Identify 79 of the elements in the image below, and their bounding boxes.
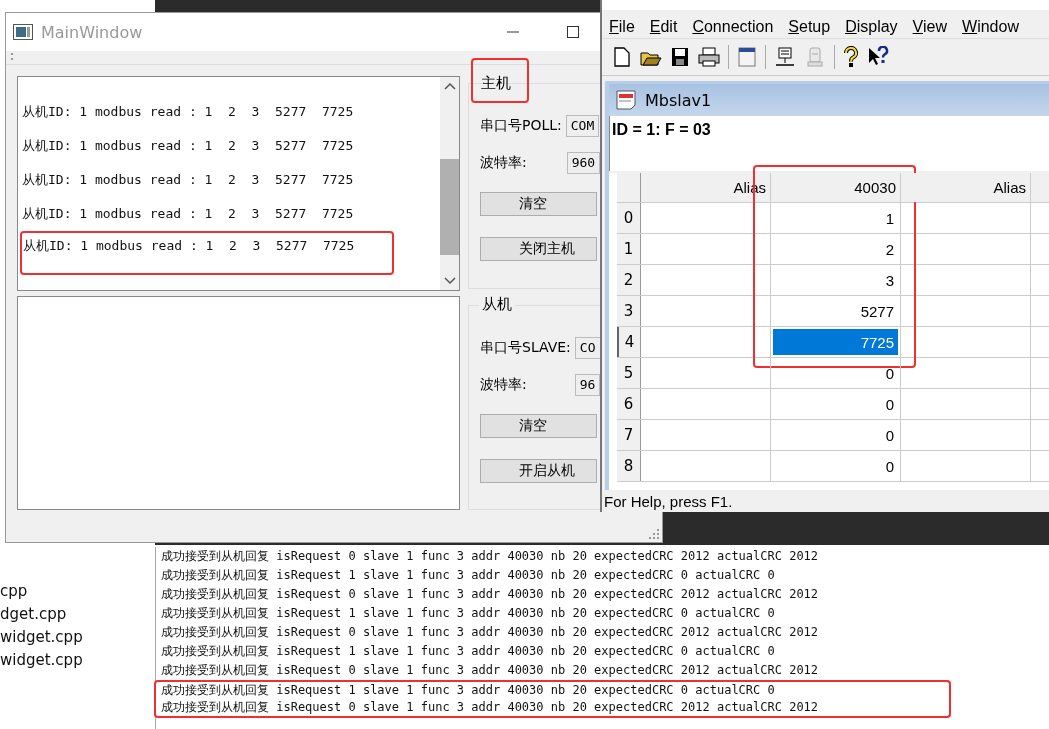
log-line: 成功接受到从机回复 isRequest 0 slave 1 func 3 addr 40030 nb 20 expectedCRC 2012 actualCRC 2012 [161,548,819,565]
column-header[interactable]: 40030 [854,179,896,196]
file-name[interactable]: cpp [0,580,28,603]
window-icon [13,24,33,40]
menu-item[interactable]: Edit [649,18,678,36]
menu-item[interactable]: File [609,18,635,36]
row-header[interactable]: 8 [617,451,641,481]
field-label: 波特率: [480,376,527,394]
log-line: 从机ID: 1 modbus read : 1 2 3 5277 7725 [22,205,354,223]
row-header[interactable]: 0 [617,203,641,233]
log-line: 从机ID: 1 modbus read : 1 2 3 5277 7725 [22,171,354,189]
row-header[interactable]: 4 [617,327,641,357]
scroll-down-icon[interactable] [443,277,456,285]
menu-item[interactable]: Window [962,18,1019,36]
maximize-button[interactable] [566,25,580,39]
window-title: Mbslav1 [645,90,712,110]
baud-dropdown[interactable]: 960 [566,152,601,174]
table-cell[interactable]: 7725 [773,329,898,355]
row-header[interactable]: 5 [617,358,641,388]
scrollbar[interactable] [440,77,459,290]
resize-grip-icon[interactable] [649,529,659,539]
baud-dropdown[interactable]: 96 [574,374,601,396]
context-help-icon[interactable] [867,46,889,68]
save-icon[interactable] [670,46,690,68]
row-header[interactable]: 1 [617,234,641,264]
log-line: 成功接受到从机回复 isRequest 1 slave 1 func 3 addr 40030 nb 20 expectedCRC 0 actualCRC 0 [161,643,775,660]
scrollbar-thumb[interactable] [440,159,459,255]
action-button[interactable]: 开启从机 [480,459,597,483]
table-cell[interactable]: 0 [773,453,898,479]
file-name[interactable]: dget.cpp [0,603,67,626]
table-cell[interactable]: 5277 [773,298,898,324]
log-line: 成功接受到从机回复 isRequest 0 slave 1 func 3 addr 40030 nb 20 expectedCRC 2012 actualCRC 2012 [161,662,819,679]
menu-item[interactable]: Setup [788,18,831,36]
connect-icon[interactable] [774,46,796,68]
row-header[interactable]: 6 [617,389,641,419]
window-title: MainWindow [41,22,143,42]
menu-item[interactable]: Display [845,18,898,36]
port-dropdown[interactable]: COM [565,115,600,137]
table-cell[interactable]: 2 [773,236,898,262]
info-text: ID = 1: F = 03 [612,121,711,138]
log-line: 从机ID: 1 modbus read : 1 2 3 5277 7725 [22,103,354,121]
help-icon[interactable] [843,46,859,68]
table-cell[interactable]: 0 [773,360,898,386]
group-title: 从机 [479,295,515,314]
log-line: 成功接受到从机回复 isRequest 1 slave 1 func 3 addr 40030 nb 20 expectedCRC 0 actualCRC 0 [154,680,951,699]
table-cell[interactable]: 0 [773,391,898,417]
file-name[interactable]: widget.cpp [0,649,83,672]
action-button[interactable]: 清空 [480,414,597,438]
group-title: 主机 [471,58,529,103]
log-line: 成功接受到从机回复 isRequest 0 slave 1 func 3 addr 40030 nb 20 expectedCRC 2012 actualCRC 2012 [154,699,951,718]
scroll-up-icon[interactable] [443,82,456,90]
column-header[interactable]: Alias [993,179,1026,196]
row-header[interactable]: 3 [617,296,641,326]
menu-item[interactable]: View [912,18,947,36]
status-text: For Help, press F1. [604,493,733,510]
field-label: 串口号POLL: [480,117,562,135]
log-line: 成功接受到从机回复 isRequest 0 slave 1 func 3 addr 40030 nb 20 expectedCRC 2012 actualCRC 2012 [161,586,819,603]
new-document-icon[interactable] [612,46,632,68]
port-dropdown[interactable]: CO [574,337,601,359]
document-icon [615,89,637,111]
row-header[interactable]: 7 [617,420,641,450]
log-line: 成功接受到从机回复 isRequest 1 slave 1 func 3 addr 40030 nb 20 expectedCRC 0 actualCRC 0 [161,605,775,622]
log-area[interactable]: 从机ID: 1 modbus read : 1 2 3 5277 7725 从机ID: 1 modbus read : 1 2 3 5277 7725 从机ID: 1 modbus read : 1 2 3 5277 7725 从机ID: 1 modbus read : 1 2 3 5277 7725 从机ID: 1 modbus read : 1 2 3 5277 7725 [17,76,460,291]
menu-item[interactable]: Connection [692,18,774,36]
table-cell[interactable]: 1 [773,205,898,231]
action-button[interactable]: 清空 [480,192,597,216]
printer-icon[interactable] [698,46,720,68]
log-line: 成功接受到从机回复 isRequest 0 slave 1 func 3 addr 40030 nb 20 expectedCRC 2012 actualCRC 2012 [161,624,819,641]
action-button[interactable]: 关闭主机 [480,237,597,261]
table-cell[interactable]: 0 [773,422,898,448]
file-name[interactable]: widget.cpp [0,626,83,649]
log-line: 从机ID: 1 modbus read : 1 2 3 5277 7725 [22,137,354,155]
field-label: 串口号SLAVE: [480,339,571,357]
field-label: 波特率: [480,154,527,172]
toolbar-grip-icon[interactable] [11,53,15,61]
log-line: 成功接受到从机回复 isRequest 1 slave 1 func 3 addr 40030 nb 20 expectedCRC 0 actualCRC 0 [161,567,775,584]
window-icon[interactable] [737,46,757,68]
table-cell[interactable]: 3 [773,267,898,293]
row-header[interactable]: 2 [617,265,641,295]
